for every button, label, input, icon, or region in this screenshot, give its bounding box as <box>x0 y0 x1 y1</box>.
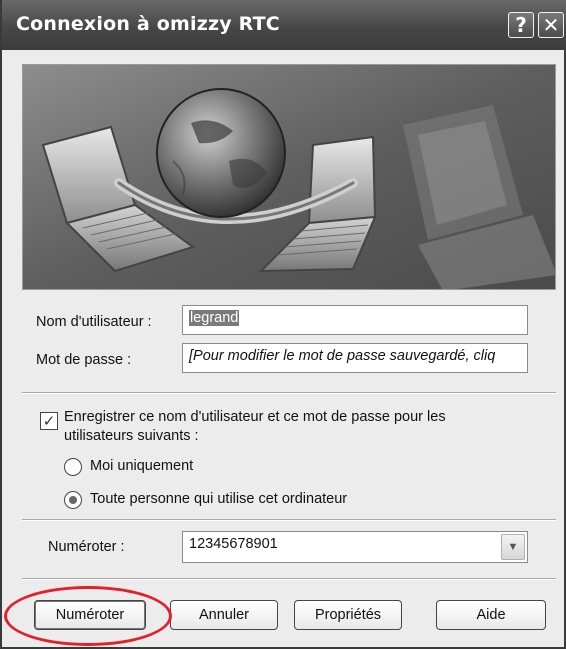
globe-laptops-illustration <box>23 65 555 289</box>
cancel-button[interactable]: Annuler <box>170 600 278 630</box>
dial-number-combo[interactable]: 12345678901 ▼ <box>182 531 528 563</box>
radio-me-only-label: Moi uniquement <box>90 458 194 474</box>
username-value: legrand <box>189 310 240 326</box>
window-title: Connexion à omizzy RTC <box>16 13 280 35</box>
username-field[interactable]: legrand <box>182 305 528 335</box>
save-credentials-label: Enregistrer ce nom d'utilisateur et ce m… <box>64 409 446 444</box>
properties-button[interactable]: Propriétés <box>294 600 402 630</box>
password-label: Mot de passe : <box>36 352 132 368</box>
divider <box>22 578 556 580</box>
network-banner-image <box>22 64 556 290</box>
username-label: Nom d'utilisateur : <box>36 314 152 330</box>
dial-label: Numéroter : <box>48 539 125 555</box>
dial-button[interactable]: Numéroter <box>34 600 146 630</box>
divider <box>22 392 556 394</box>
help-icon[interactable]: ? <box>508 12 534 38</box>
save-credentials-checkbox[interactable]: ✓ <box>40 412 58 430</box>
divider <box>22 519 556 521</box>
close-icon[interactable]: ✕ <box>538 12 564 38</box>
radio-me-only[interactable] <box>64 458 82 476</box>
help-button[interactable]: Aide <box>436 600 546 630</box>
password-field[interactable]: [Pour modifier le mot de passe sauvegard… <box>182 343 528 373</box>
dial-number-value: 12345678901 <box>189 536 278 552</box>
title-bar: Connexion à omizzy RTC ? ✕ <box>2 0 566 50</box>
radio-everyone[interactable] <box>64 491 82 509</box>
radio-everyone-label: Toute personne qui utilise cet ordinateu… <box>90 491 348 507</box>
connection-dialog: Connexion à omizzy RTC ? ✕ Nom d'utilisa… <box>0 0 566 649</box>
chevron-down-icon[interactable]: ▼ <box>501 534 525 560</box>
